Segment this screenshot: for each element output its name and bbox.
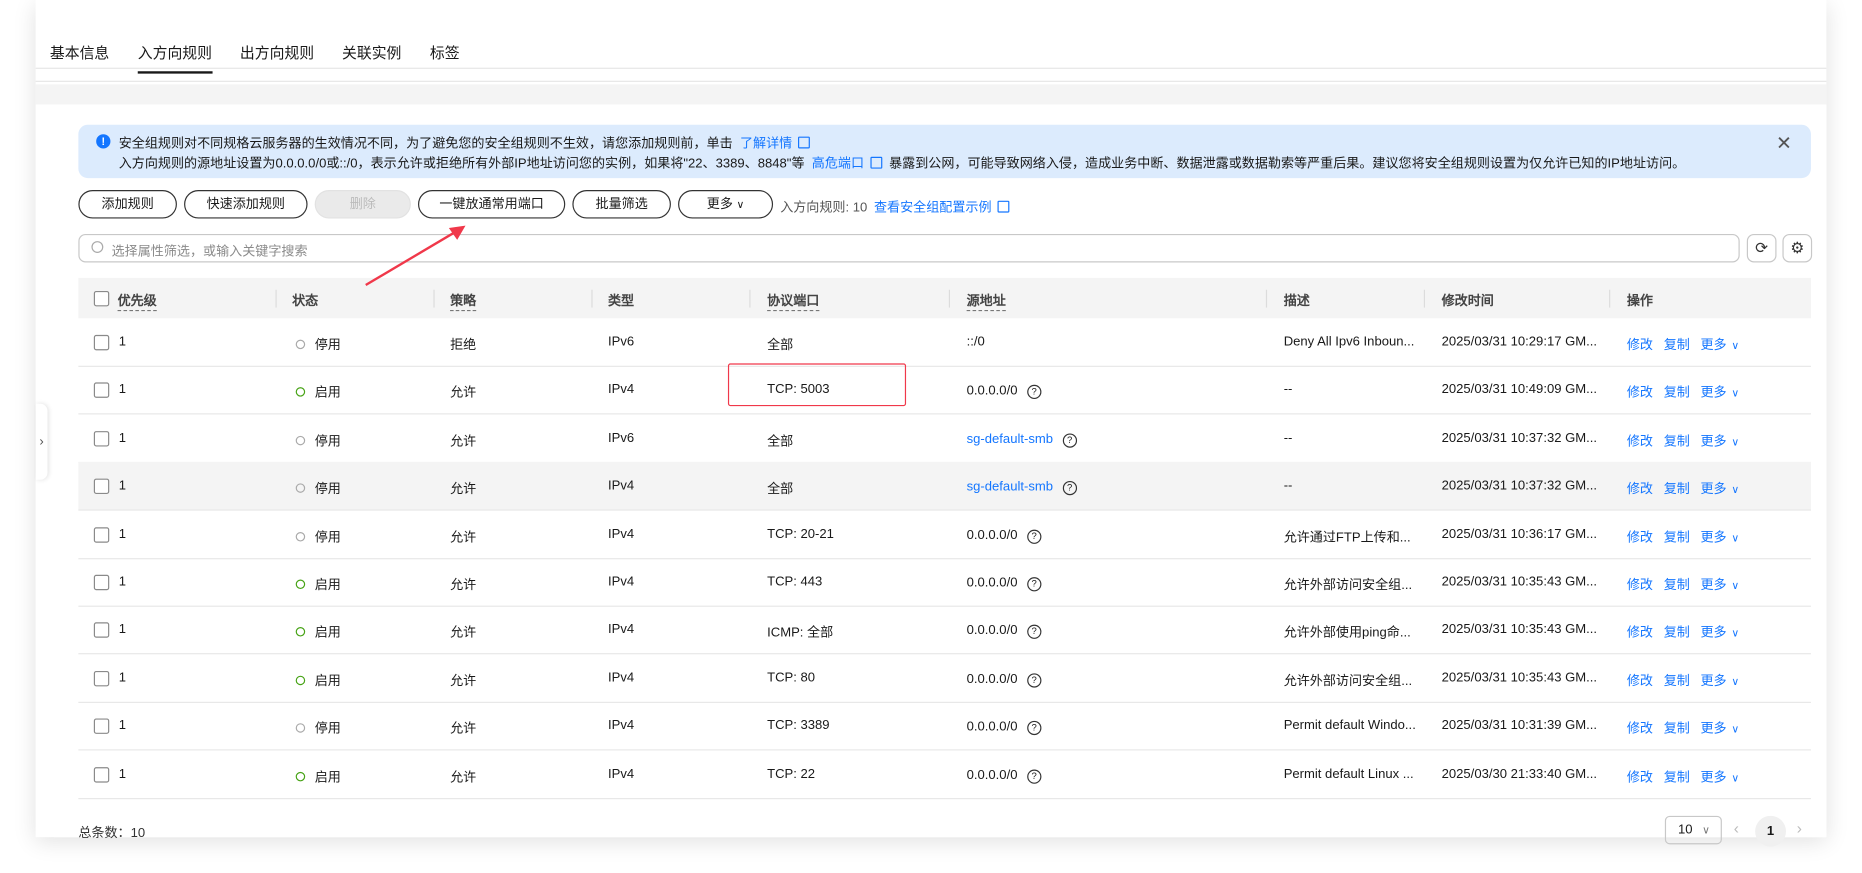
chevron-down-icon: ∨: [1702, 824, 1710, 836]
prev-page-button[interactable]: ‹: [1734, 819, 1739, 837]
page-size-select[interactable]: 10 ∨: [1664, 815, 1722, 845]
total-count: 总条数：10: [78, 826, 146, 841]
page-1-button[interactable]: 1: [1755, 815, 1786, 847]
annotation-arrow: [365, 225, 466, 287]
page-size-value: 10: [1677, 822, 1693, 838]
next-page-button[interactable]: ›: [1797, 819, 1802, 837]
